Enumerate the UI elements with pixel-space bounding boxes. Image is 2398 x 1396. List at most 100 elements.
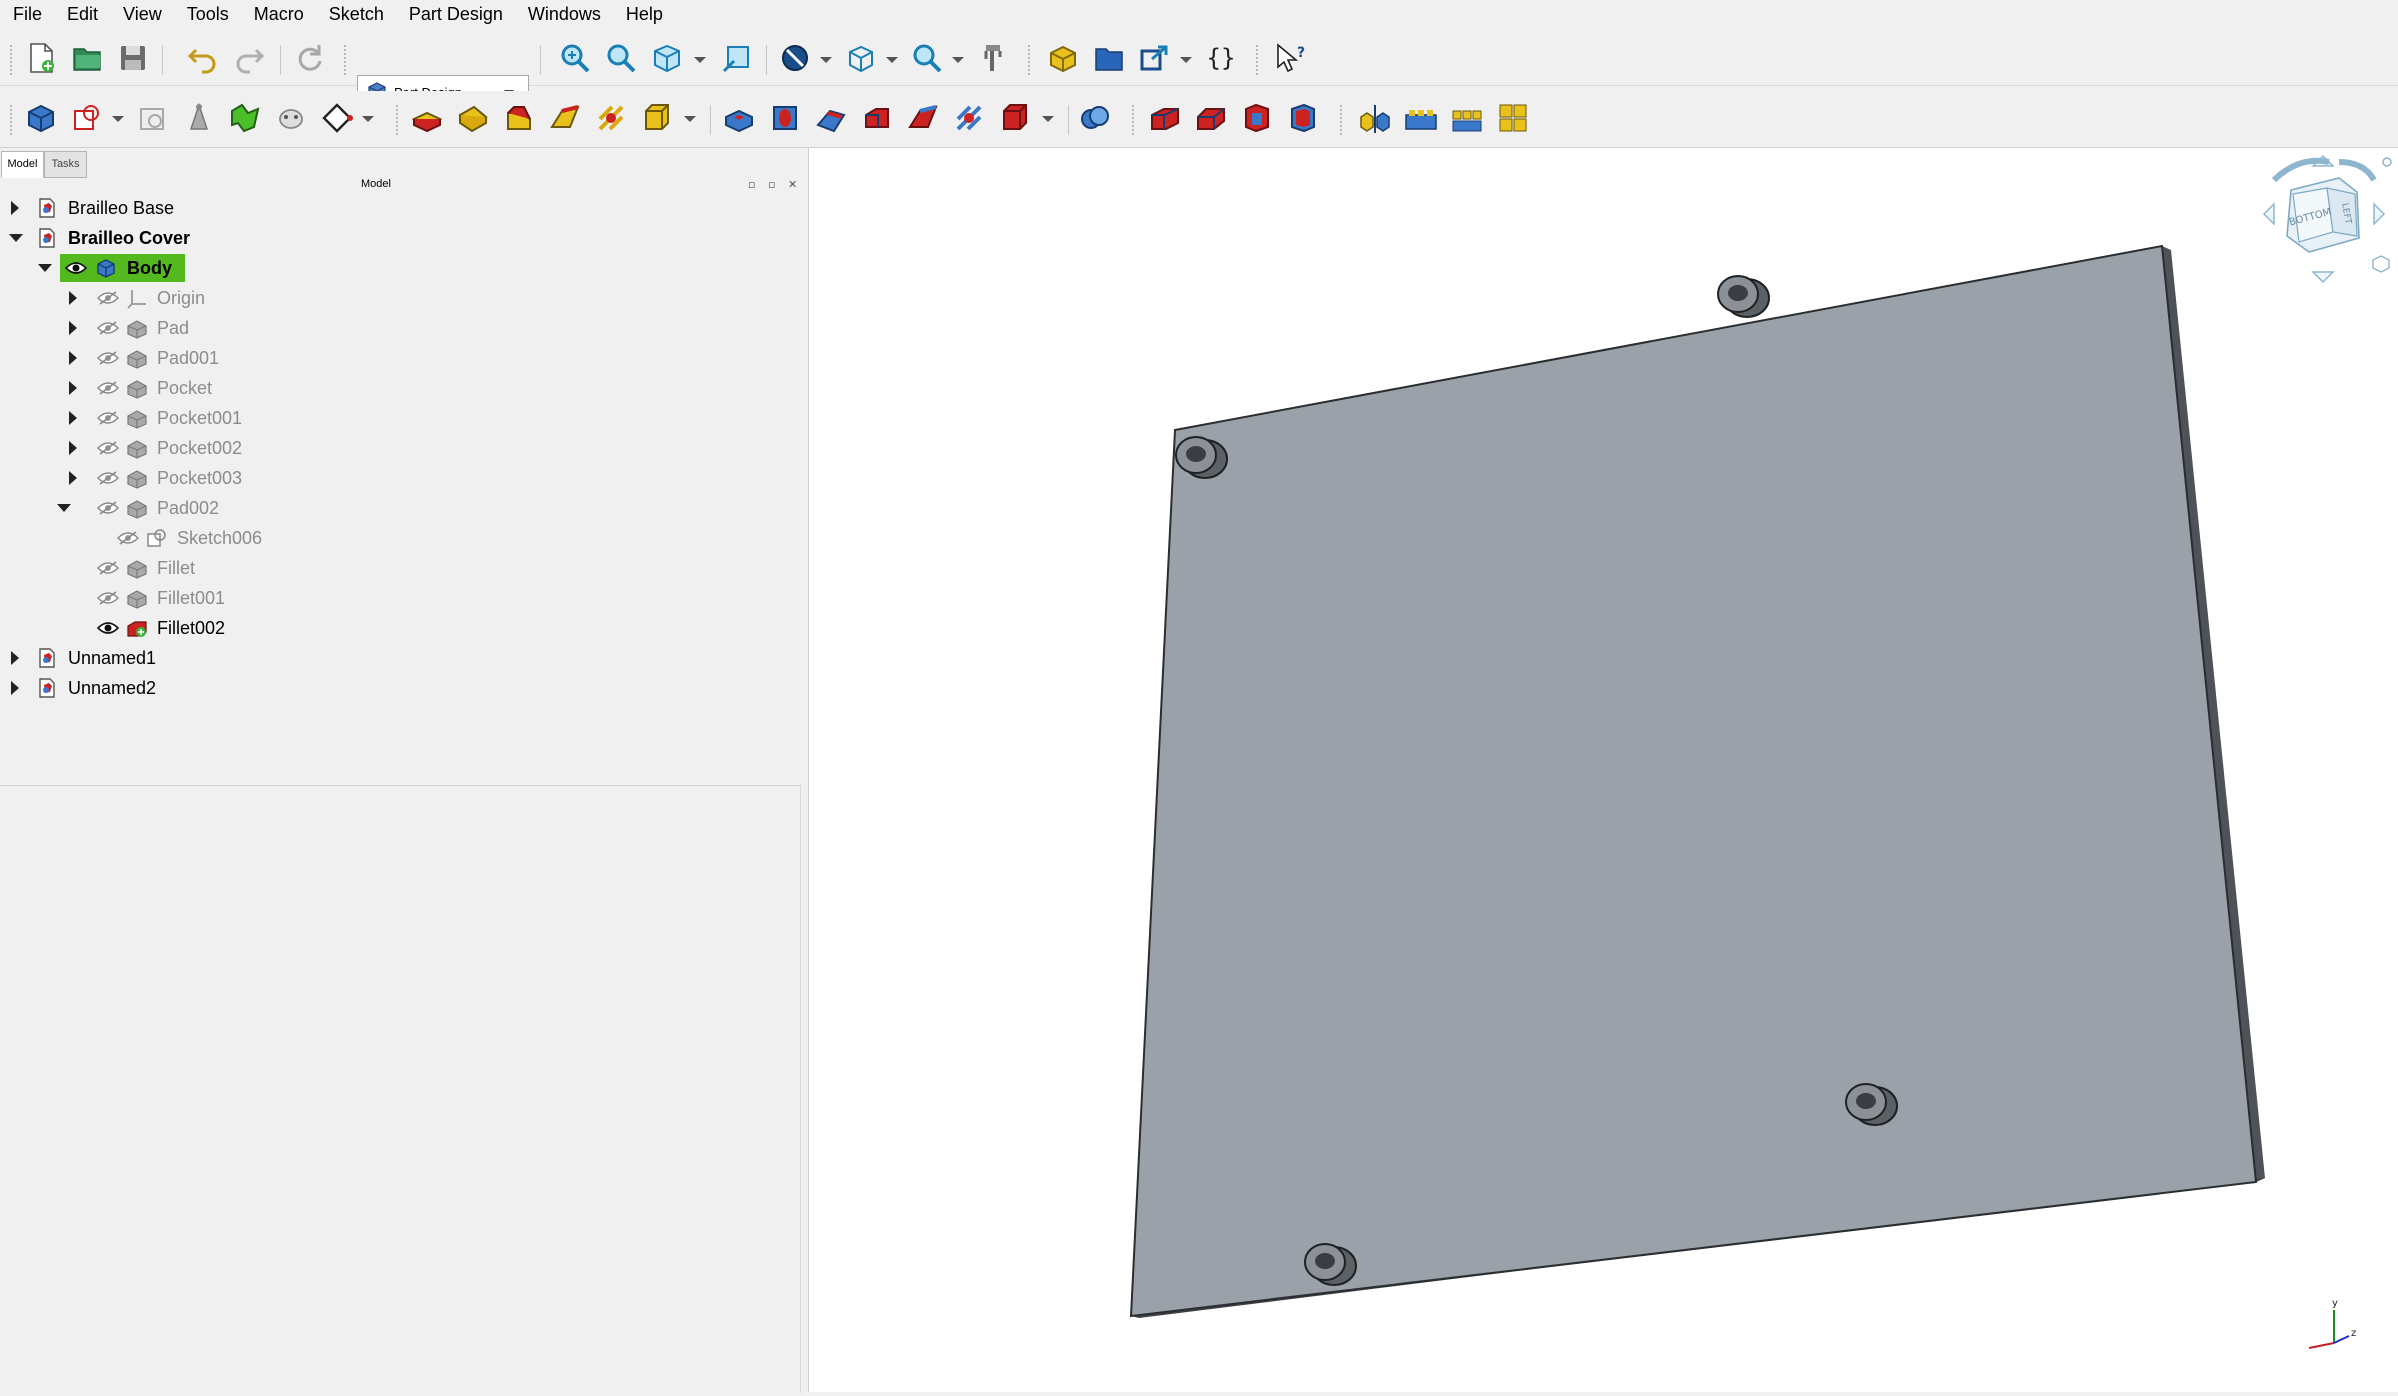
subtractive-loft-button[interactable]	[858, 99, 896, 137]
boss-top-right[interactable]	[1717, 275, 1770, 318]
sketch-dropdown-arrow[interactable]	[112, 116, 124, 122]
datum-dropdown-arrow[interactable]	[362, 116, 374, 122]
tree-item-unnamed2[interactable]: Unnamed2	[0, 673, 800, 703]
draw-style-dropdown-arrow[interactable]	[820, 57, 832, 63]
expand-arrow-icon[interactable]	[11, 201, 19, 215]
shape-binder-button[interactable]	[226, 99, 264, 137]
zoom-dropdown-arrow[interactable]	[952, 57, 964, 63]
subtractive-primitive-button[interactable]	[996, 99, 1034, 137]
eye-hidden-icon[interactable]	[97, 560, 119, 576]
collapse-arrow-icon[interactable]	[57, 504, 71, 512]
linear-pattern-button[interactable]	[1402, 99, 1440, 137]
eye-hidden-icon[interactable]	[97, 350, 119, 366]
link-button[interactable]	[1136, 39, 1174, 77]
tree-item-sketch006[interactable]: Sketch006	[0, 523, 800, 553]
collapse-arrow-icon[interactable]	[9, 234, 23, 242]
create-part-button[interactable]	[1044, 39, 1082, 77]
expand-arrow-icon[interactable]	[69, 291, 77, 305]
additive-pipe-button[interactable]	[546, 99, 584, 137]
thickness-button[interactable]	[1284, 99, 1322, 137]
mirrored-button[interactable]	[1356, 99, 1394, 137]
tree-item-fillet[interactable]: Fillet	[0, 553, 800, 583]
create-group-button[interactable]	[1090, 39, 1128, 77]
new-document-button[interactable]	[22, 39, 60, 77]
pad-button[interactable]	[408, 99, 446, 137]
tree-item-unnamed1[interactable]: Unnamed1	[0, 643, 800, 673]
toolbar-grip[interactable]	[10, 45, 15, 75]
plate-face[interactable]	[1129, 244, 2258, 1318]
menu-edit[interactable]: Edit	[56, 0, 112, 29]
view-dropdown-arrow[interactable]	[694, 57, 706, 63]
close-icon[interactable]: ✕	[788, 178, 797, 191]
tab-tasks[interactable]: Tasks	[44, 151, 87, 178]
menu-part-design[interactable]: Part Design	[398, 0, 517, 29]
nav-cube-mini-icon[interactable]	[2372, 255, 2390, 273]
expand-arrow-icon[interactable]	[11, 681, 19, 695]
tree-item-brailleo-cover[interactable]: Brailleo Cover	[0, 223, 800, 253]
navigation-cube[interactable]: BOTTOM LEFT	[2262, 154, 2392, 284]
subtractive-pipe-button[interactable]	[904, 99, 942, 137]
additive-loft-button[interactable]	[500, 99, 538, 137]
clone-button[interactable]	[272, 99, 310, 137]
chamfer-button[interactable]	[1192, 99, 1230, 137]
tab-model[interactable]: Model	[1, 151, 44, 178]
menu-macro[interactable]: Macro	[243, 0, 318, 29]
eye-visible-icon[interactable]	[97, 620, 119, 636]
expand-arrow-icon[interactable]	[69, 321, 77, 335]
float-icon[interactable]: ▫	[768, 178, 775, 191]
tree-item-pocket001[interactable]: Pocket001	[0, 403, 800, 433]
boolean-button[interactable]	[1076, 99, 1114, 137]
multi-transform-button[interactable]	[1494, 99, 1532, 137]
save-button[interactable]	[114, 39, 152, 77]
eye-hidden-icon[interactable]	[117, 530, 139, 546]
nav-left-arrow-icon[interactable]	[2262, 202, 2275, 226]
tree-item-origin[interactable]: Origin	[0, 283, 800, 313]
expand-arrow-icon[interactable]	[11, 651, 19, 665]
fit-all-button[interactable]	[556, 39, 594, 77]
subtractive-dropdown-arrow[interactable]	[1042, 116, 1054, 122]
eye-hidden-icon[interactable]	[97, 410, 119, 426]
eye-hidden-icon[interactable]	[97, 590, 119, 606]
validate-sketch-button[interactable]	[134, 99, 172, 137]
open-document-button[interactable]	[68, 39, 106, 77]
draw-style-button[interactable]	[776, 39, 814, 77]
menu-windows[interactable]: Windows	[517, 0, 615, 29]
eye-hidden-icon[interactable]	[97, 290, 119, 306]
menu-sketch[interactable]: Sketch	[318, 0, 398, 29]
eye-visible-icon[interactable]	[65, 260, 87, 276]
tree-item-pocket003[interactable]: Pocket003	[0, 463, 800, 493]
hole-button[interactable]	[766, 99, 804, 137]
expand-arrow-icon[interactable]	[69, 471, 77, 485]
measure-button[interactable]	[974, 39, 1012, 77]
expression-button[interactable]: {}	[1202, 39, 1240, 77]
expand-arrow-icon[interactable]	[69, 381, 77, 395]
revolution-button[interactable]	[454, 99, 492, 137]
nav-rotate-left-icon[interactable]	[2271, 157, 2330, 183]
tree-item-body[interactable]: Body	[0, 253, 800, 283]
create-sketch-button[interactable]	[68, 99, 106, 137]
datum-plane-button[interactable]	[318, 99, 356, 137]
eye-hidden-icon[interactable]	[97, 470, 119, 486]
fit-selection-button[interactable]	[602, 39, 640, 77]
eye-hidden-icon[interactable]	[97, 380, 119, 396]
3d-viewport[interactable]: BOTTOM LEFT y z	[809, 148, 2398, 1392]
expand-arrow-icon[interactable]	[69, 411, 77, 425]
eye-hidden-icon[interactable]	[97, 500, 119, 516]
nav-down-arrow-icon[interactable]	[2311, 271, 2335, 284]
additive-primitive-button[interactable]	[638, 99, 676, 137]
tree-item-pad002[interactable]: Pad002	[0, 493, 800, 523]
tree-item-fillet001[interactable]: Fillet001	[0, 583, 800, 613]
nav-right-arrow-icon[interactable]	[2373, 202, 2386, 226]
tree-item-brailleo-base[interactable]: Brailleo Base	[0, 193, 800, 223]
menu-view[interactable]: View	[112, 0, 176, 29]
tree-item-pocket002[interactable]: Pocket002	[0, 433, 800, 463]
menu-file[interactable]: File	[0, 0, 56, 29]
pocket-button[interactable]	[720, 99, 758, 137]
refresh-button[interactable]	[290, 39, 328, 77]
collapse-arrow-icon[interactable]	[38, 264, 52, 272]
datum-point-button[interactable]	[180, 99, 218, 137]
draft-button[interactable]	[1238, 99, 1276, 137]
link-dropdown-arrow[interactable]	[1180, 57, 1192, 63]
menu-help[interactable]: Help	[615, 0, 677, 29]
expand-arrow-icon[interactable]	[69, 351, 77, 365]
